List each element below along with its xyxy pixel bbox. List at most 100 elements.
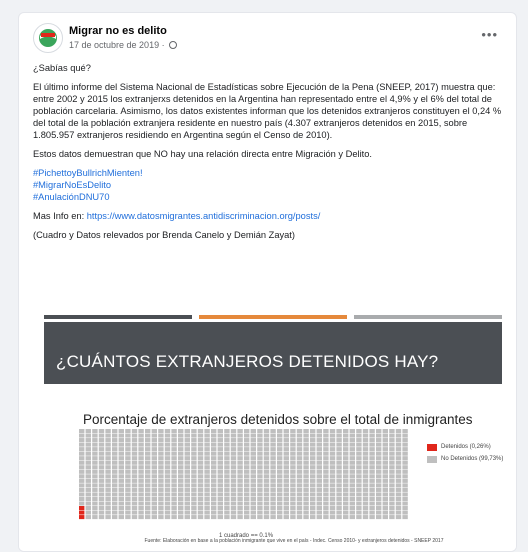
waffle-cell-no-detenido <box>349 442 355 447</box>
waffle-cell-no-detenido <box>171 465 177 470</box>
waffle-cell-no-detenido <box>329 483 336 488</box>
waffle-cell-no-detenido <box>224 442 230 447</box>
waffle-cell-no-detenido <box>171 515 177 520</box>
waffle-cell-no-detenido <box>257 433 263 438</box>
waffle-cell-no-detenido <box>290 492 296 497</box>
waffle-cell-no-detenido <box>184 483 190 488</box>
waffle-cell-no-detenido <box>85 478 91 483</box>
page-name-link[interactable]: Migrar no es delito <box>69 25 167 37</box>
waffle-cell-no-detenido <box>171 451 177 456</box>
waffle-cell-no-detenido <box>329 433 336 438</box>
waffle-cell-no-detenido <box>369 483 375 488</box>
waffle-cell-no-detenido <box>92 442 98 447</box>
waffle-cell-no-detenido <box>310 506 316 511</box>
waffle-cell-no-detenido <box>349 492 355 497</box>
waffle-cell-no-detenido <box>283 433 289 438</box>
waffle-cell-no-detenido <box>277 469 283 474</box>
waffle-cell-no-detenido <box>303 456 309 461</box>
waffle-cell-no-detenido <box>112 456 118 461</box>
waffle-cell-no-detenido <box>402 496 408 501</box>
waffle-cell-no-detenido <box>303 447 309 452</box>
waffle-cell-no-detenido <box>178 474 184 479</box>
waffle-cell-no-detenido <box>343 456 349 461</box>
hashtag-link[interactable]: #AnulaciónDNU70 <box>33 192 110 202</box>
waffle-cell-no-detenido <box>316 515 322 520</box>
waffle-cell-no-detenido <box>402 492 408 497</box>
hashtag-link[interactable]: #PichettoyBullrichMienten! <box>33 168 143 178</box>
waffle-cell-no-detenido <box>171 433 177 438</box>
waffle-cell-no-detenido <box>178 492 184 497</box>
waffle-cell-no-detenido <box>138 506 144 511</box>
waffle-cell-no-detenido <box>164 460 171 465</box>
waffle-cell-no-detenido <box>270 483 276 488</box>
waffle-cell-no-detenido <box>356 483 362 488</box>
waffle-cell-no-detenido <box>336 487 342 492</box>
waffle-cell-no-detenido <box>79 501 85 506</box>
waffle-cell-no-detenido <box>356 465 362 470</box>
waffle-cell-no-detenido <box>118 496 124 501</box>
more-info: Mas Info en: https://www.datosmigrantes.… <box>33 210 505 222</box>
waffle-cell-no-detenido <box>323 460 329 465</box>
waffle-cell-no-detenido <box>343 451 349 456</box>
waffle-cell-no-detenido <box>369 465 375 470</box>
waffle-cell-no-detenido <box>323 438 329 443</box>
waffle-cell-no-detenido <box>376 447 382 452</box>
waffle-cell-no-detenido <box>145 469 151 474</box>
waffle-cell-no-detenido <box>316 492 322 497</box>
waffle-cell-no-detenido <box>382 487 388 492</box>
more-info-link[interactable]: https://www.datosmigrantes.antidiscrimin… <box>87 211 321 221</box>
waffle-cell-no-detenido <box>191 442 197 447</box>
waffle-cell-no-detenido <box>244 442 250 447</box>
waffle-cell-no-detenido <box>316 456 322 461</box>
waffle-cell-no-detenido <box>112 478 118 483</box>
waffle-cell-no-detenido <box>237 501 243 506</box>
waffle-cell-no-detenido <box>145 438 151 443</box>
waffle-cell-no-detenido <box>204 433 210 438</box>
waffle-cell-no-detenido <box>79 442 85 447</box>
waffle-cell-no-detenido <box>310 451 316 456</box>
page-avatar[interactable] <box>33 23 63 53</box>
waffle-cell-no-detenido <box>92 433 98 438</box>
waffle-cell-no-detenido <box>395 487 402 492</box>
waffle-cell-no-detenido <box>263 451 270 456</box>
waffle-cell-no-detenido <box>197 451 204 456</box>
more-options-icon[interactable]: ••• <box>481 27 498 42</box>
waffle-cell-no-detenido <box>204 456 210 461</box>
waffle-cell-no-detenido <box>343 483 349 488</box>
waffle-cell-no-detenido <box>158 442 164 447</box>
waffle-cell-no-detenido <box>204 429 210 434</box>
waffle-cell-no-detenido <box>402 474 408 479</box>
waffle-cell-no-detenido <box>158 429 164 434</box>
waffle-cell-no-detenido <box>230 433 237 438</box>
legend-swatch-no-detenidos <box>427 456 437 463</box>
waffle-cell-no-detenido <box>343 442 349 447</box>
waffle-cell-no-detenido <box>171 487 177 492</box>
waffle-cell-no-detenido <box>217 483 223 488</box>
waffle-cell-no-detenido <box>131 515 138 520</box>
waffle-cell-no-detenido <box>316 483 322 488</box>
waffle-cell-no-detenido <box>204 501 210 506</box>
waffle-cell-no-detenido <box>329 510 336 515</box>
waffle-cell-no-detenido <box>131 483 138 488</box>
waffle-cell-no-detenido <box>349 483 355 488</box>
waffle-cell-no-detenido <box>250 501 256 506</box>
waffle-cell-no-detenido <box>290 474 296 479</box>
hashtag-link[interactable]: #MigrarNoEsDelito <box>33 180 111 190</box>
waffle-cell-no-detenido <box>151 447 157 452</box>
credits: (Cuadro y Datos relevados por Brenda Can… <box>33 230 295 240</box>
waffle-cell-no-detenido <box>349 496 355 501</box>
waffle-cell-no-detenido <box>118 451 124 456</box>
waffle-cell-no-detenido <box>290 429 296 434</box>
waffle-cell-no-detenido <box>79 469 85 474</box>
waffle-cell-no-detenido <box>151 456 157 461</box>
waffle-cell-no-detenido <box>191 469 197 474</box>
waffle-cell-no-detenido <box>250 460 256 465</box>
infographic-image[interactable]: ¿CUÁNTOS EXTRANJEROS DETENIDOS HAY? Porc… <box>19 301 516 551</box>
waffle-cell-no-detenido <box>270 469 276 474</box>
waffle-cell-no-detenido <box>263 506 270 511</box>
post-date[interactable]: 17 de octubre de 2019 · <box>69 40 165 50</box>
waffle-cell-no-detenido <box>211 506 217 511</box>
waffle-cell-no-detenido <box>250 483 256 488</box>
waffle-cell-no-detenido <box>362 483 369 488</box>
waffle-cell-no-detenido <box>277 460 283 465</box>
